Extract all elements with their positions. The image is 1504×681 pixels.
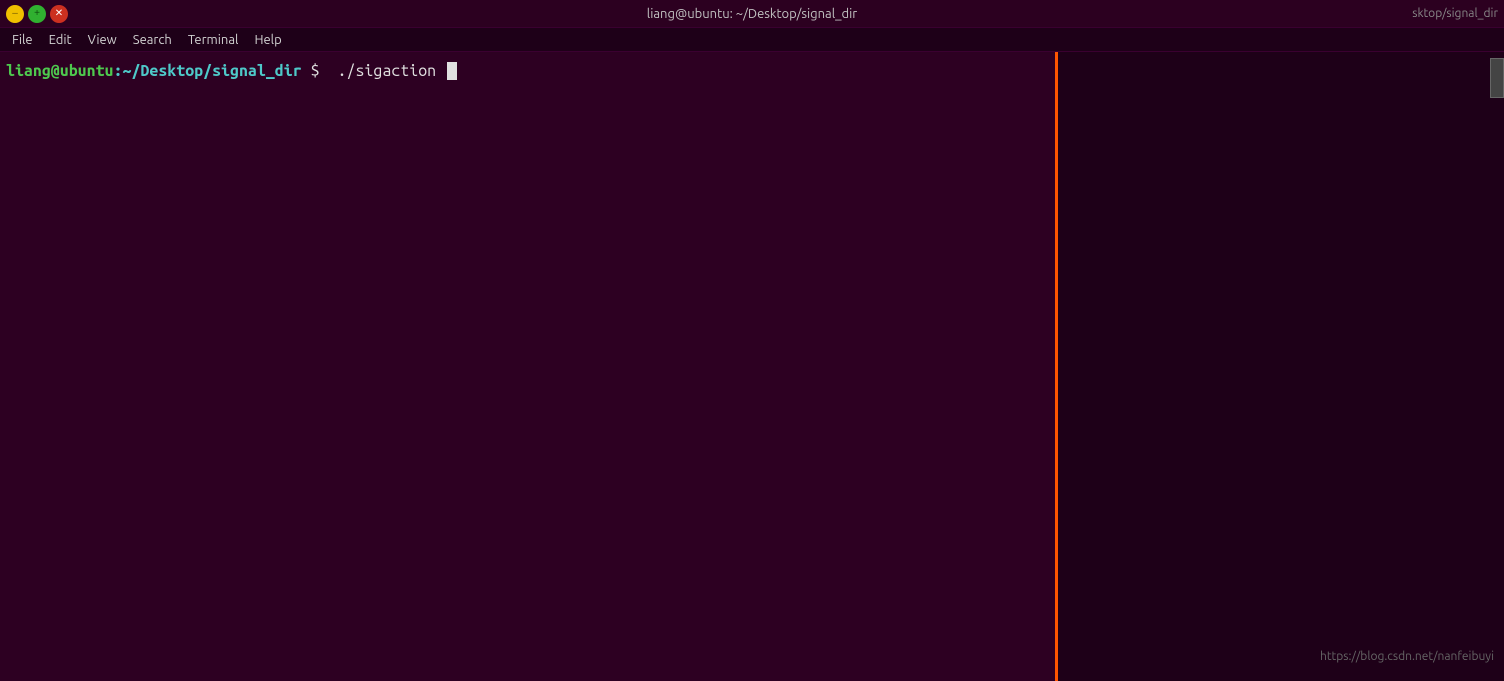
terminal-command: ./sigaction bbox=[329, 60, 445, 82]
minimize-button[interactable]: – bbox=[6, 5, 24, 23]
prompt-path: :~/Desktop/signal_dir bbox=[114, 60, 302, 82]
right-pane: https://blog.csdn.net/nanfeibuyi bbox=[1058, 52, 1504, 681]
prompt-user: liang@ubuntu bbox=[6, 60, 114, 82]
close-button[interactable]: ✕ bbox=[50, 5, 68, 23]
right-window-title: sktop/signal_dir bbox=[1412, 7, 1498, 20]
menu-search[interactable]: Search bbox=[125, 31, 180, 49]
window-title: liang@ubuntu: ~/Desktop/signal_dir bbox=[647, 7, 857, 21]
title-bar: – + ✕ liang@ubuntu: ~/Desktop/signal_dir… bbox=[0, 0, 1504, 28]
menu-terminal[interactable]: Terminal bbox=[180, 31, 247, 49]
menu-edit[interactable]: Edit bbox=[41, 31, 80, 49]
terminal-window: – + ✕ liang@ubuntu: ~/Desktop/signal_dir… bbox=[0, 0, 1504, 681]
terminal-pane[interactable]: liang@ubuntu :~/Desktop/signal_dir $ ./s… bbox=[0, 52, 1055, 681]
maximize-button[interactable]: + bbox=[28, 5, 46, 23]
menu-bar: File Edit View Search Terminal Help bbox=[0, 28, 1504, 52]
terminal-prompt-line: liang@ubuntu :~/Desktop/signal_dir $ ./s… bbox=[6, 60, 1049, 82]
terminal-cursor bbox=[447, 62, 457, 80]
scrollbar-handle[interactable] bbox=[1490, 58, 1504, 98]
menu-help[interactable]: Help bbox=[246, 31, 289, 49]
menu-view[interactable]: View bbox=[80, 31, 125, 49]
watermark-text: https://blog.csdn.net/nanfeibuyi bbox=[1320, 650, 1494, 663]
main-area: liang@ubuntu :~/Desktop/signal_dir $ ./s… bbox=[0, 52, 1504, 681]
menu-file[interactable]: File bbox=[4, 31, 41, 49]
prompt-dollar: $ bbox=[302, 60, 329, 82]
